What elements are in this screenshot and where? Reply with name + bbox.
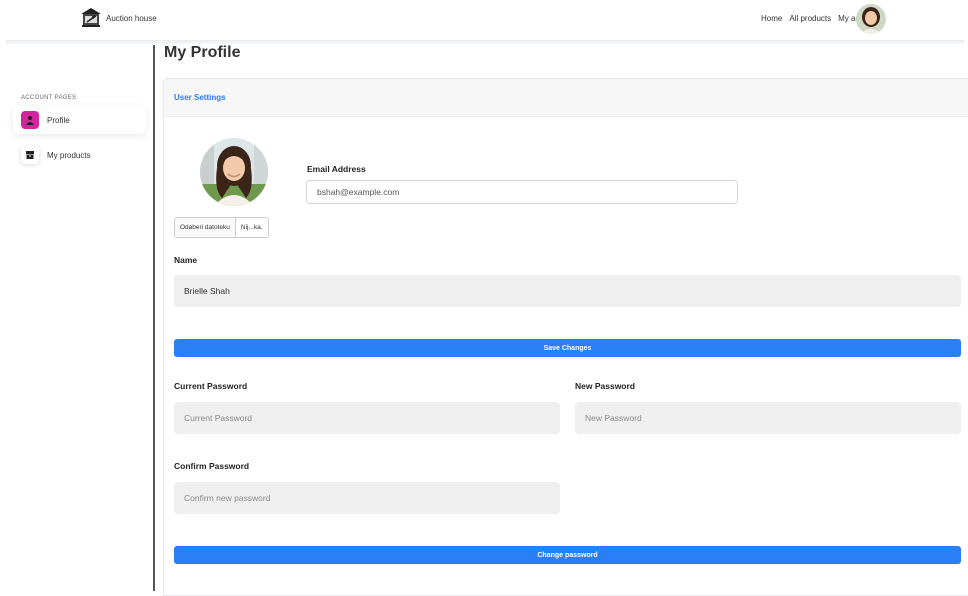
sidebar-item-label: My products xyxy=(47,150,91,160)
name-field[interactable]: Brielle Shah xyxy=(174,275,961,307)
profile-photo-image xyxy=(200,138,268,206)
user-avatar-image xyxy=(856,4,886,34)
current-password-field[interactable]: Current Password xyxy=(174,402,560,434)
navbar-shadow xyxy=(6,40,964,44)
page-title: My Profile xyxy=(164,44,241,61)
confirm-password-label: Confirm Password xyxy=(174,461,250,471)
sidebar-item-profile[interactable]: Profile xyxy=(13,106,146,134)
nav-home-link[interactable]: Home xyxy=(761,14,782,23)
new-password-field[interactable]: New Password xyxy=(575,402,961,434)
auction-house-logo-icon xyxy=(81,8,101,27)
new-password-label: New Password xyxy=(575,381,635,391)
brand-name: Auction house xyxy=(106,13,157,23)
user-icon xyxy=(21,111,39,129)
brand-link[interactable]: Auction house xyxy=(80,7,157,29)
current-password-label: Current Password xyxy=(174,381,248,391)
sidebar-divider xyxy=(153,45,155,591)
top-navbar: Auction house Home All products My accou… xyxy=(0,0,968,38)
change-password-button[interactable]: Change password xyxy=(174,546,961,564)
email-label: Email Address xyxy=(307,164,366,174)
card-title: User Settings xyxy=(174,93,226,102)
selected-file-name: Nij...ka. xyxy=(234,218,268,237)
box-icon xyxy=(21,146,39,164)
sidebar-heading: ACCOUNT PAGES xyxy=(21,95,77,101)
choose-file-button[interactable]: Odaberi datoteku xyxy=(175,218,235,237)
save-changes-button[interactable]: Save Changes xyxy=(174,339,961,357)
name-label: Name xyxy=(174,255,198,265)
profile-picture xyxy=(200,138,268,206)
email-field[interactable]: bshah@example.com xyxy=(306,180,738,204)
card-header: User Settings xyxy=(164,79,968,117)
file-upload-control[interactable]: Odaberi datoteku Nij...ka. xyxy=(174,217,269,238)
user-settings-card: User Settings xyxy=(163,78,968,596)
nav-all-products-link[interactable]: All products xyxy=(789,14,831,23)
sidebar-item-label: Profile xyxy=(47,115,70,125)
sidebar-item-my-products[interactable]: My products xyxy=(21,146,91,164)
user-avatar[interactable] xyxy=(856,4,886,34)
confirm-password-field[interactable]: Confirm new password xyxy=(174,482,560,514)
